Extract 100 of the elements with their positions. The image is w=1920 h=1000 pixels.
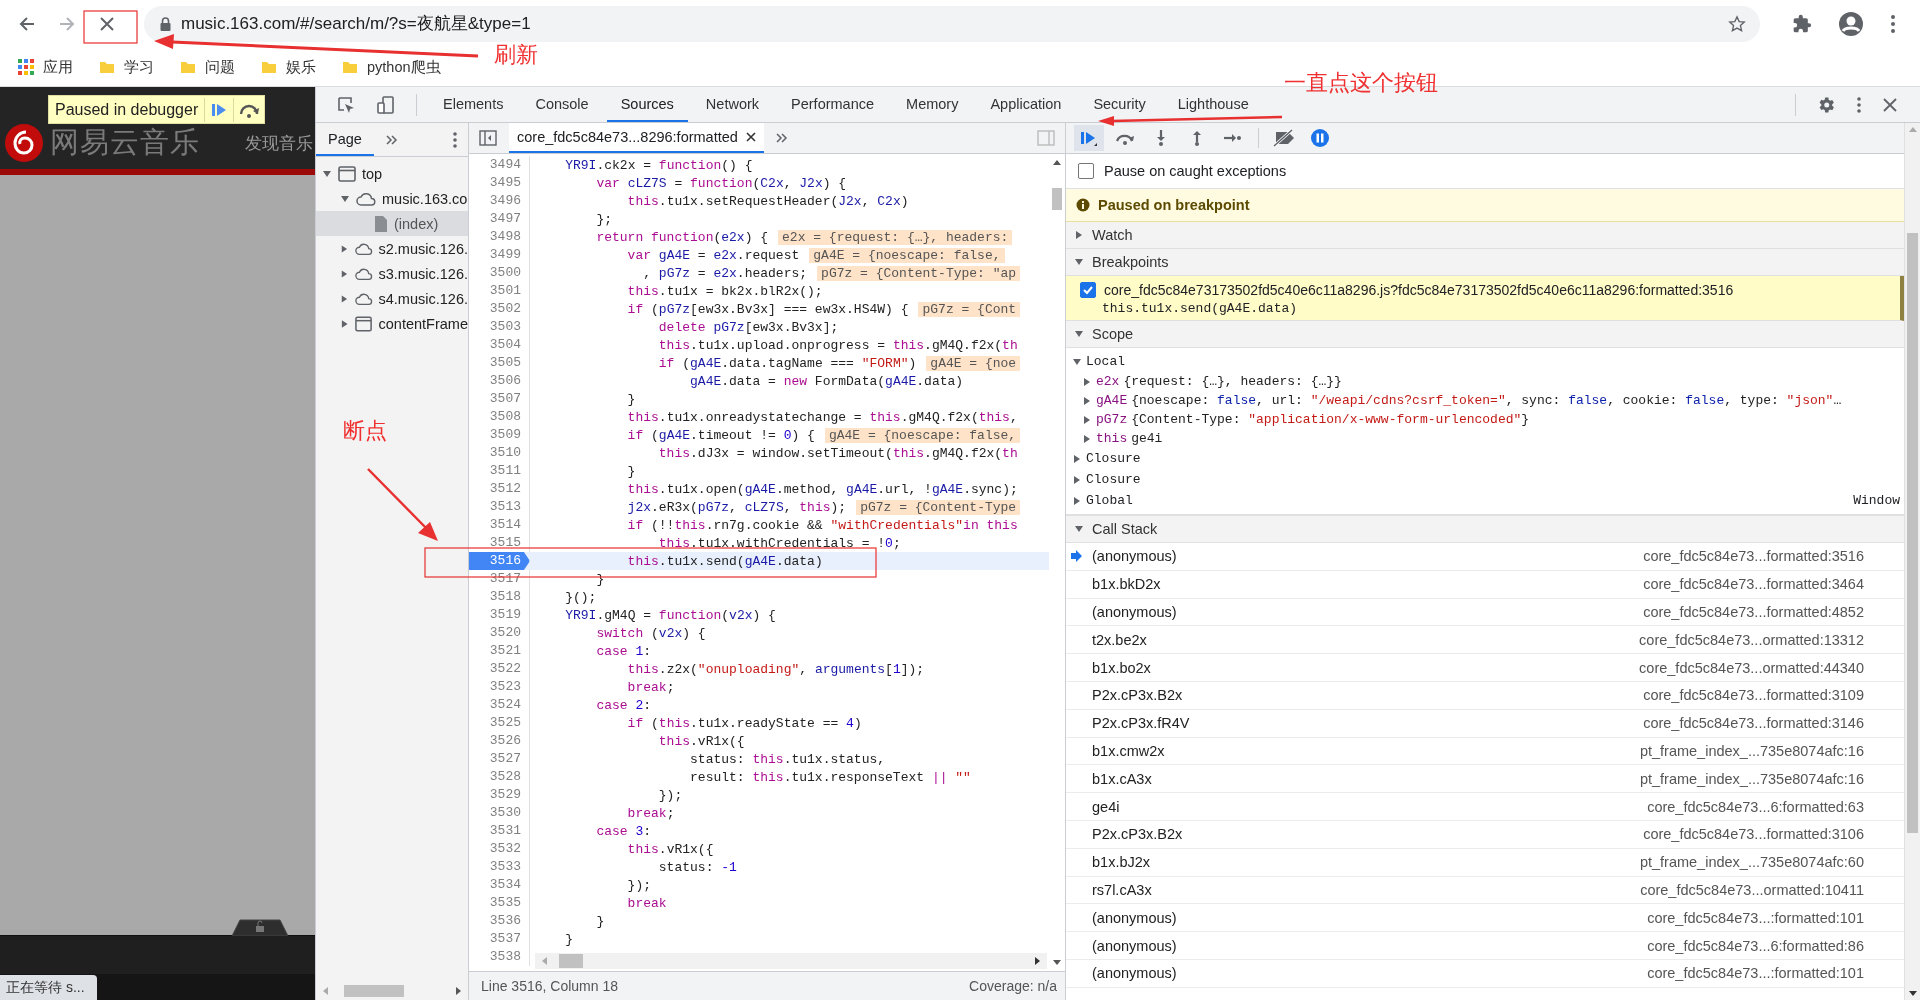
scope-group[interactable]: Local	[1086, 354, 1125, 369]
expand-triangle-icon[interactable]	[340, 193, 350, 204]
line-number[interactable]: 3512	[469, 480, 530, 498]
nav-link[interactable]: 发现音乐	[245, 132, 313, 155]
line-number[interactable]: 3501	[469, 282, 530, 300]
frame-location[interactable]: core_fdc5c84e73...6:formatted:63	[1647, 798, 1864, 815]
scrollbar-thumb[interactable]	[1907, 233, 1918, 833]
line-number[interactable]: 3519	[469, 606, 530, 624]
avatar-icon[interactable]	[1838, 11, 1864, 37]
line-number[interactable]: 3509	[469, 426, 530, 444]
line-number[interactable]: 3497	[469, 210, 530, 228]
tree-item[interactable]: s2.music.126.	[378, 240, 468, 257]
kebab-menu-icon[interactable]	[1890, 14, 1896, 34]
puzzle-piece-icon[interactable]	[1792, 14, 1812, 34]
scrollbar-thumb[interactable]	[559, 954, 583, 968]
line-number[interactable]: 3534	[469, 876, 530, 894]
checkbox[interactable]	[1080, 282, 1096, 298]
bookmark-item[interactable]: 问题	[180, 57, 235, 77]
line-number[interactable]: 3495	[469, 174, 530, 192]
checkbox[interactable]	[1078, 163, 1094, 179]
line-number[interactable]: 3535	[469, 894, 530, 912]
expand-triangle-icon[interactable]	[1074, 257, 1084, 267]
expand-triangle-icon[interactable]	[340, 318, 350, 329]
frame-location[interactable]: core_fdc5c84e73...formatted:3106	[1643, 826, 1864, 843]
line-number[interactable]: 3498	[469, 228, 530, 246]
line-number[interactable]: 3526	[469, 732, 530, 750]
line-number[interactable]: 3533	[469, 858, 530, 876]
line-number[interactable]: 3516	[469, 552, 530, 570]
line-number[interactable]: 3538	[469, 948, 530, 966]
section-header[interactable]: Watch	[1066, 222, 1904, 249]
stack-frame[interactable]: P2x.cP3x.B2x	[1086, 687, 1183, 704]
line-number[interactable]: 3496	[469, 192, 530, 210]
frame-location[interactable]: core_fdc5c84e73...ormatted:13312	[1639, 631, 1864, 648]
horizontal-scrollbar[interactable]	[535, 953, 1047, 969]
bookmark-item[interactable]: python爬虫	[342, 57, 441, 77]
devtools-tab[interactable]: Application	[976, 87, 1076, 122]
line-number[interactable]: 3532	[469, 840, 530, 858]
frame-location[interactable]: core_fdc5c84e73...:formatted:101	[1647, 965, 1864, 982]
line-number[interactable]: 3521	[469, 642, 530, 660]
devtools-tab[interactable]: Elements	[429, 87, 518, 122]
line-number[interactable]: 3494	[469, 156, 530, 174]
line-number[interactable]: 3537	[469, 930, 530, 948]
stack-frame[interactable]: b1x.cmw2x	[1086, 742, 1165, 759]
line-number[interactable]: 3528	[469, 768, 530, 786]
scope-group[interactable]: Closure	[1086, 451, 1141, 466]
vertical-scrollbar[interactable]	[1905, 123, 1920, 1000]
line-number[interactable]: 3506	[469, 372, 530, 390]
line-number[interactable]: 3530	[469, 804, 530, 822]
toggle-debugger-icon[interactable]	[1037, 130, 1055, 146]
section-header[interactable]: Breakpoints	[1066, 249, 1904, 276]
section-title[interactable]: Scope	[1092, 326, 1134, 342]
breakpoint-item[interactable]: core_fdc5c84e73173502fd5c40e6c11a8296.js?fdc5c84e73173502fd5c40e6c11a8296:formatted:3516 this.tu1x.send(gA4E.data)	[1066, 276, 1904, 321]
lock-tab-icon[interactable]	[232, 918, 288, 936]
checkbox-label[interactable]: Pause on caught exceptions	[1104, 163, 1287, 179]
tree-item[interactable]: music.163.co	[382, 190, 468, 207]
variable-name[interactable]: this	[1096, 431, 1128, 446]
stack-frame[interactable]: (anonymous)	[1086, 604, 1177, 620]
line-number[interactable]: 3513	[469, 498, 530, 516]
section-title[interactable]: Call Stack	[1092, 521, 1158, 537]
devtools-tab[interactable]: Performance	[777, 87, 889, 122]
bookmark-item[interactable]: 应用	[18, 57, 73, 77]
line-number[interactable]: 3514	[469, 516, 530, 534]
stack-frame[interactable]: b1x.cA3x	[1086, 770, 1152, 787]
stack-frame[interactable]: (anonymous)	[1086, 909, 1177, 926]
scope-group[interactable]: Global	[1086, 493, 1133, 508]
inspect-element-icon[interactable]	[336, 94, 356, 115]
frame-location[interactable]: core_fdc5c84e73...formatted:3146	[1643, 715, 1864, 732]
expand-triangle-icon[interactable]	[1072, 356, 1082, 367]
stack-frame[interactable]: b1x.bJ2x	[1086, 854, 1151, 871]
scroll-right-arrow-icon[interactable]	[1033, 956, 1041, 966]
more-tabs-icon[interactable]	[385, 133, 398, 146]
toggle-navigator-icon[interactable]	[479, 130, 497, 146]
section-title[interactable]: Watch	[1092, 227, 1133, 243]
bookmark-star-icon[interactable]	[1728, 15, 1746, 33]
line-number[interactable]: 3508	[469, 408, 530, 426]
stack-frame[interactable]: (anonymous)	[1086, 548, 1177, 565]
devtools-tab[interactable]: Lighthouse	[1163, 87, 1263, 122]
frame-location[interactable]: core_fdc5c84e73...:formatted:101	[1647, 909, 1864, 926]
line-number[interactable]: 3531	[469, 822, 530, 840]
scrollbar-thumb[interactable]	[344, 985, 404, 997]
frame-location[interactable]: core_fdc5c84e73...formatted:3516	[1643, 548, 1864, 565]
frame-location[interactable]: core_fdc5c84e73...6:formatted:86	[1647, 937, 1864, 954]
section-header[interactable]: Call Stack	[1066, 515, 1904, 543]
line-number[interactable]: 3523	[469, 678, 530, 696]
page-tab[interactable]: Page	[316, 123, 374, 156]
section-title[interactable]: Breakpoints	[1092, 254, 1169, 270]
devtools-tab[interactable]: Console	[521, 87, 603, 122]
stack-frame[interactable]: ge4i	[1086, 798, 1120, 815]
kebab-menu-icon[interactable]	[452, 130, 458, 149]
tree-item[interactable]: contentFrame	[378, 315, 468, 332]
scrollbar-thumb[interactable]	[1052, 188, 1062, 210]
expand-triangle-icon[interactable]	[1082, 395, 1092, 406]
tree-item[interactable]: (index)	[394, 215, 439, 232]
bookmark-item[interactable]: 学习	[99, 57, 154, 77]
line-number[interactable]: 3527	[469, 750, 530, 768]
line-number[interactable]: 3522	[469, 660, 530, 678]
expand-triangle-icon[interactable]	[1082, 376, 1092, 387]
variable-name[interactable]: pG7z	[1096, 412, 1128, 427]
expand-triangle-icon[interactable]	[1072, 453, 1082, 464]
tree-item[interactable]: s4.music.126.	[378, 290, 468, 307]
